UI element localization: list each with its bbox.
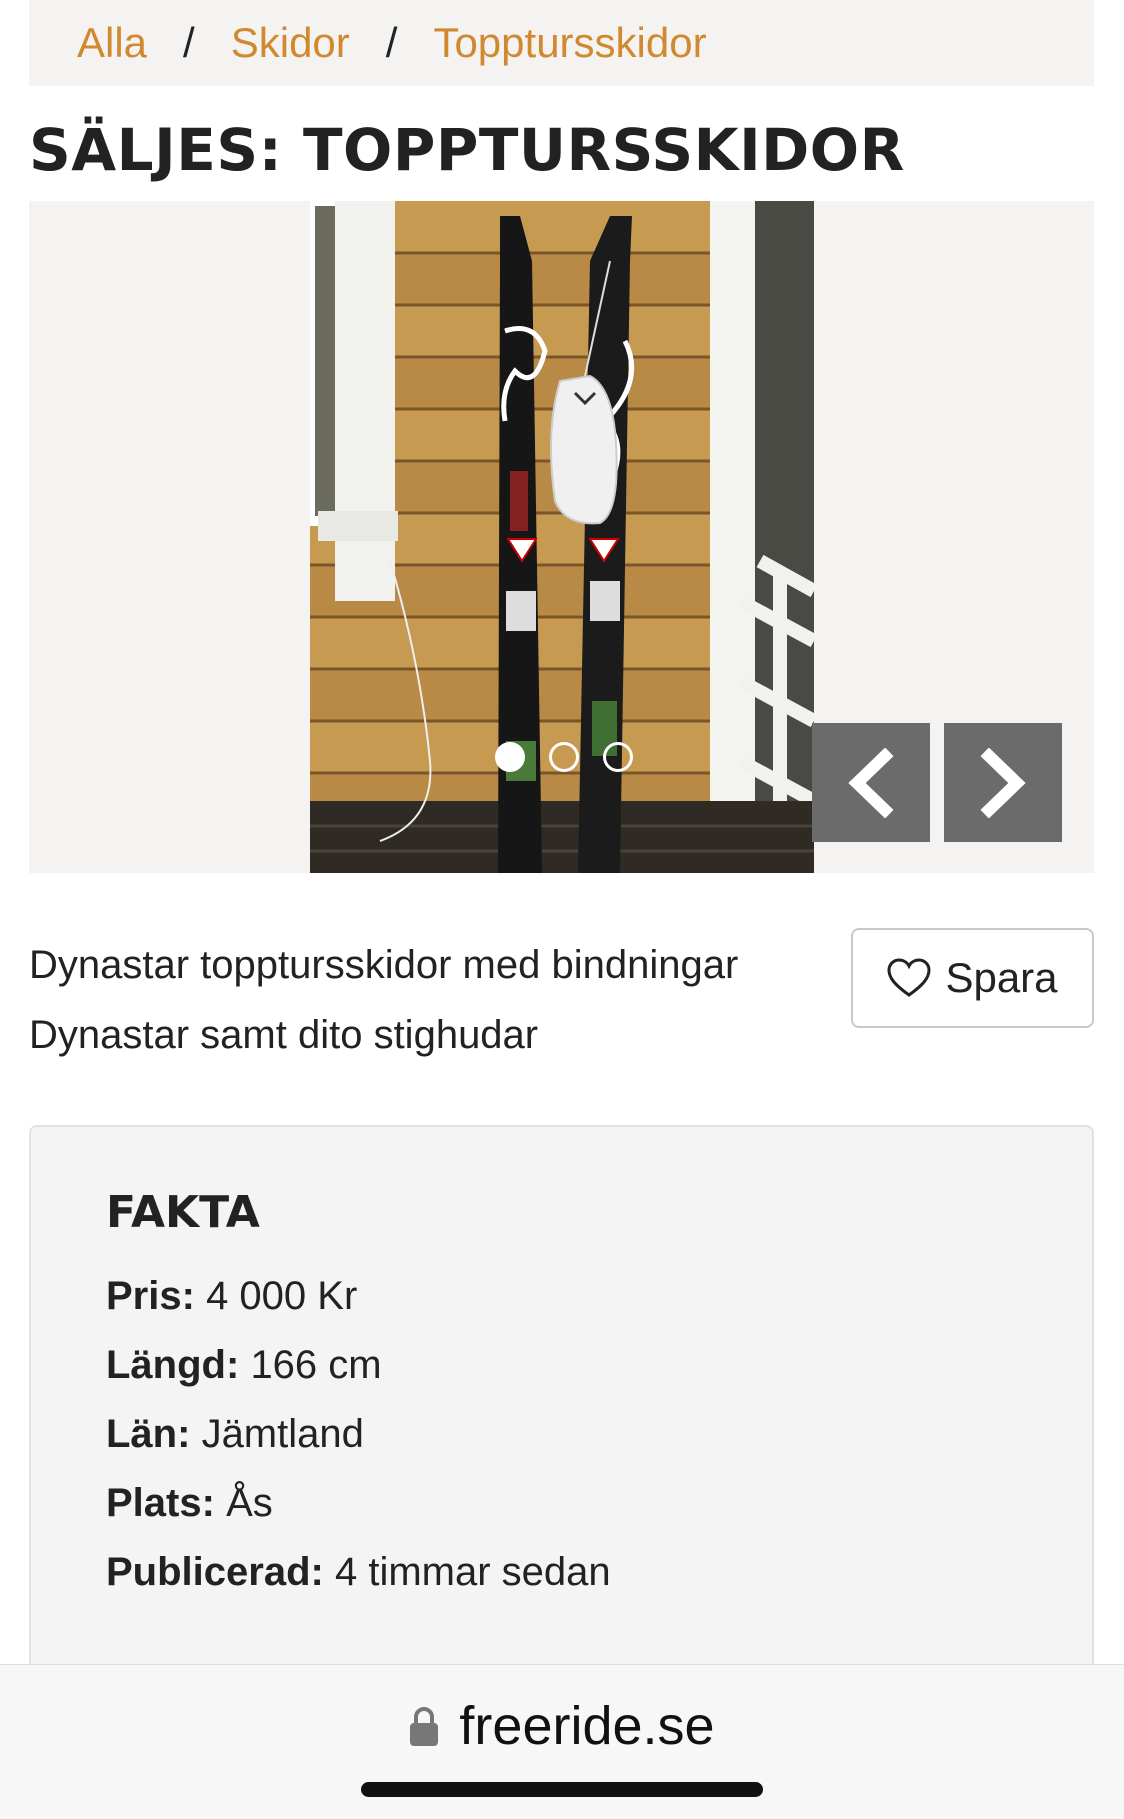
url-text: freeride.se	[459, 1696, 715, 1756]
page-title: SÄLJES: TOPPTURSSKIDOR	[29, 116, 905, 184]
facts-panel: FAKTA Pris: 4 000 Kr Längd: 166 cm Län: …	[29, 1125, 1094, 1685]
description-line: Dynastar samt dito stighudar	[29, 1013, 539, 1057]
breadcrumb-separator: /	[183, 19, 195, 66]
heart-icon	[887, 958, 931, 997]
gallery-next-button[interactable]	[944, 723, 1062, 842]
breadcrumb-link-alla[interactable]: Alla	[77, 19, 147, 67]
fact-row-length: Längd: 166 cm	[106, 1331, 1092, 1400]
fact-row-published: Publicerad: 4 timmar sedan	[106, 1538, 1092, 1607]
breadcrumb-link-topptursskidor[interactable]: Topptursskidor	[433, 19, 706, 67]
carousel-dot-3[interactable]	[603, 742, 633, 772]
fact-value: Ås	[226, 1481, 273, 1525]
fact-row-price: Pris: 4 000 Kr	[106, 1262, 1092, 1331]
fact-value: 4 000 Kr	[206, 1274, 358, 1318]
save-button[interactable]: Spara	[851, 928, 1094, 1028]
listing-page: Alla / Skidor / Topptursskidor SÄLJES: T…	[0, 0, 1124, 1819]
fact-label: Pris:	[106, 1274, 195, 1318]
browser-address-bar: freeride.se	[0, 1664, 1124, 1819]
carousel-dot-2[interactable]	[549, 742, 579, 772]
chevron-left-icon	[848, 747, 894, 818]
address-field[interactable]: freeride.se	[0, 1695, 1124, 1757]
fact-label: Publicerad:	[106, 1550, 324, 1594]
home-indicator	[361, 1782, 763, 1797]
skis-photo-illustration	[310, 201, 814, 873]
listing-photo[interactable]	[310, 201, 814, 873]
description-line: Dynastar topptursskidor med bindningar	[29, 943, 739, 987]
facts-title: FAKTA	[106, 1187, 260, 1238]
chevron-right-icon	[980, 747, 1026, 818]
fact-label: Plats:	[106, 1481, 215, 1525]
breadcrumb: Alla / Skidor / Topptursskidor	[29, 0, 1094, 86]
fact-label: Län:	[106, 1412, 191, 1456]
save-button-label: Spara	[945, 954, 1058, 1001]
carousel-dot-1[interactable]	[495, 742, 525, 772]
breadcrumb-link-skidor[interactable]: Skidor	[231, 19, 350, 67]
fact-row-location: Plats: Ås	[106, 1469, 1092, 1538]
gallery-prev-button[interactable]	[812, 723, 930, 842]
fact-value: Jämtland	[201, 1412, 364, 1456]
lock-icon	[410, 1707, 439, 1746]
fact-value: 4 timmar sedan	[334, 1550, 611, 1594]
image-gallery[interactable]	[29, 201, 1094, 873]
listing-description: Dynastar topptursskidor med bindningar D…	[29, 930, 809, 1070]
breadcrumb-separator: /	[385, 19, 398, 66]
fact-value: 166 cm	[250, 1343, 382, 1387]
fact-label: Längd:	[106, 1343, 240, 1387]
fact-row-county: Län: Jämtland	[106, 1400, 1092, 1469]
carousel-indicators	[495, 742, 633, 772]
